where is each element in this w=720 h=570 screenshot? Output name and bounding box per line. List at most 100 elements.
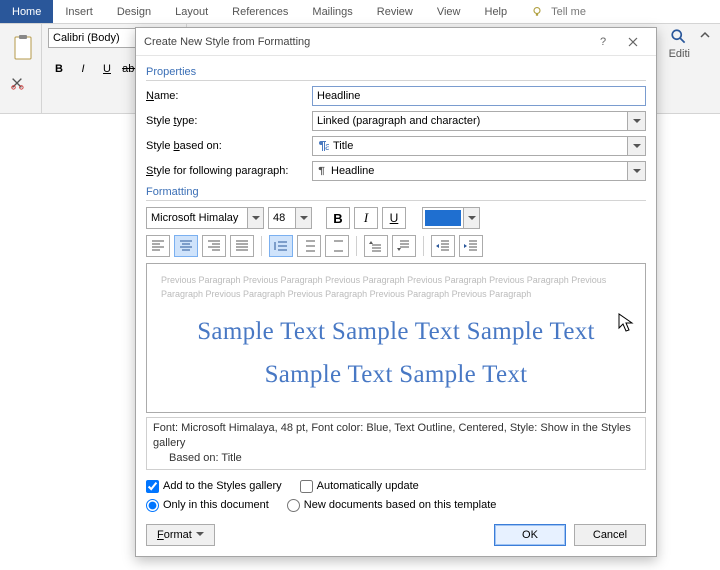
- font-name-value: Calibri (Body): [53, 32, 120, 44]
- chevron-down-icon: [463, 208, 479, 228]
- font-name-select[interactable]: Calibri (Body): [48, 28, 148, 48]
- style-based-on-combo[interactable]: a Title: [312, 136, 646, 156]
- tab-help[interactable]: Help: [473, 0, 520, 23]
- chevron-down-icon: [247, 208, 263, 228]
- name-value: Headline: [317, 90, 360, 102]
- tell-me-label: Tell me: [551, 6, 586, 18]
- indent-increase[interactable]: [459, 235, 483, 257]
- name-label: Name:: [146, 90, 306, 102]
- tab-layout[interactable]: Layout: [163, 0, 220, 23]
- new-documents-label: New documents based on this template: [304, 499, 497, 511]
- auto-update-label: Automatically update: [317, 480, 419, 492]
- style-preview: Previous Paragraph Previous Paragraph Pr…: [146, 263, 646, 413]
- style-following-combo[interactable]: Headline: [312, 161, 646, 181]
- style-type-label: Style type:: [146, 115, 306, 127]
- clipboard-icon: [12, 34, 34, 62]
- ribbon-collapse[interactable]: [698, 28, 712, 42]
- align-right-icon: [207, 240, 221, 252]
- pilcrow-icon: [317, 166, 327, 176]
- tab-insert[interactable]: Insert: [53, 0, 105, 23]
- style-type-combo[interactable]: Linked (paragraph and character): [312, 111, 646, 131]
- para-space-dec-icon: [397, 240, 411, 252]
- tell-me[interactable]: Tell me: [519, 0, 598, 23]
- line-spacing-2[interactable]: [325, 235, 349, 257]
- tab-home[interactable]: Home: [0, 0, 53, 23]
- description-line2: Based on: Title: [153, 451, 639, 466]
- tab-review[interactable]: Review: [365, 0, 425, 23]
- indent-decrease[interactable]: [431, 235, 455, 257]
- separator: [356, 236, 357, 256]
- format-bold[interactable]: B: [326, 207, 350, 229]
- format-font-name[interactable]: Microsoft Himalay: [146, 207, 264, 229]
- line-spacing-double-icon: [330, 240, 344, 252]
- format-underline[interactable]: U: [382, 207, 406, 229]
- format-font-color[interactable]: [422, 207, 480, 229]
- align-justify[interactable]: [230, 235, 254, 257]
- cancel-label: Cancel: [593, 529, 627, 541]
- cancel-button[interactable]: Cancel: [574, 524, 646, 546]
- only-this-document-label: Only in this document: [163, 499, 269, 511]
- underline-button[interactable]: U: [96, 58, 118, 80]
- properties-header: Properties: [146, 66, 646, 81]
- paste-button[interactable]: [6, 28, 40, 68]
- chevron-down-icon: [627, 137, 645, 155]
- ok-label: OK: [522, 529, 538, 541]
- line-spacing-1[interactable]: [269, 235, 293, 257]
- format-italic[interactable]: I: [354, 207, 378, 229]
- pilcrow-icon: a: [317, 140, 329, 152]
- italic-button[interactable]: I: [72, 58, 94, 80]
- ribbon-right: Editi: [661, 24, 720, 113]
- close-button[interactable]: [618, 31, 648, 53]
- para-space-inc-icon: [369, 240, 383, 252]
- chevron-up-icon: [698, 28, 712, 42]
- create-style-dialog: Create New Style from Formatting ? Prope…: [135, 27, 657, 557]
- style-following-value: Headline: [331, 165, 374, 177]
- dialog-title: Create New Style from Formatting: [144, 36, 588, 48]
- cut-button[interactable]: [6, 72, 28, 94]
- style-type-value: Linked (paragraph and character): [317, 115, 480, 127]
- line-spacing-15[interactable]: [297, 235, 321, 257]
- add-to-gallery-checkbox[interactable]: Add to the Styles gallery: [146, 480, 282, 493]
- format-button[interactable]: Format: [146, 524, 215, 546]
- description-line1: Font: Microsoft Himalaya, 48 pt, Font co…: [153, 421, 639, 451]
- align-left-icon: [151, 240, 165, 252]
- tab-references[interactable]: References: [220, 0, 300, 23]
- ok-button[interactable]: OK: [494, 524, 566, 546]
- align-left[interactable]: [146, 235, 170, 257]
- space-before-inc[interactable]: [364, 235, 388, 257]
- close-icon: [628, 37, 638, 47]
- preview-sample-text: Sample Text Sample Text Sample Text Samp…: [161, 311, 631, 396]
- formatting-header: Formatting: [146, 186, 646, 201]
- editing-label: Editi: [669, 48, 690, 60]
- name-input[interactable]: Headline: [312, 86, 646, 106]
- align-right[interactable]: [202, 235, 226, 257]
- style-based-on-value: Title: [333, 140, 353, 152]
- tab-mailings[interactable]: Mailings: [300, 0, 364, 23]
- separator: [423, 236, 424, 256]
- help-button[interactable]: ?: [588, 31, 618, 53]
- tab-design[interactable]: Design: [105, 0, 163, 23]
- auto-update-checkbox[interactable]: Automatically update: [300, 480, 419, 493]
- format-font-size[interactable]: 48: [268, 207, 312, 229]
- chevron-down-icon: [295, 208, 311, 228]
- preview-prev-paragraph: Previous Paragraph Previous Paragraph Pr…: [161, 274, 631, 301]
- ribbon-tabs: Home Insert Design Layout References Mai…: [0, 0, 720, 24]
- style-description: Font: Microsoft Himalaya, 48 pt, Font co…: [146, 417, 646, 470]
- new-documents-radio[interactable]: New documents based on this template: [287, 499, 497, 512]
- only-this-document-radio[interactable]: Only in this document: [146, 499, 269, 512]
- space-before-dec[interactable]: [392, 235, 416, 257]
- scissors-icon: [10, 76, 24, 90]
- dialog-titlebar: Create New Style from Formatting ?: [136, 28, 656, 56]
- bold-button[interactable]: B: [48, 58, 70, 80]
- style-based-on-label: Style based on:: [146, 140, 306, 152]
- tab-view[interactable]: View: [425, 0, 473, 23]
- style-following-label: Style for following paragraph:: [146, 165, 306, 177]
- lightbulb-icon: [531, 6, 543, 18]
- svg-text:a: a: [325, 141, 329, 152]
- align-center-icon: [179, 240, 193, 252]
- add-to-gallery-label: Add to the Styles gallery: [163, 480, 282, 492]
- separator: [261, 236, 262, 256]
- editing-menu[interactable]: Editi: [669, 28, 690, 60]
- align-center[interactable]: [174, 235, 198, 257]
- align-justify-icon: [235, 240, 249, 252]
